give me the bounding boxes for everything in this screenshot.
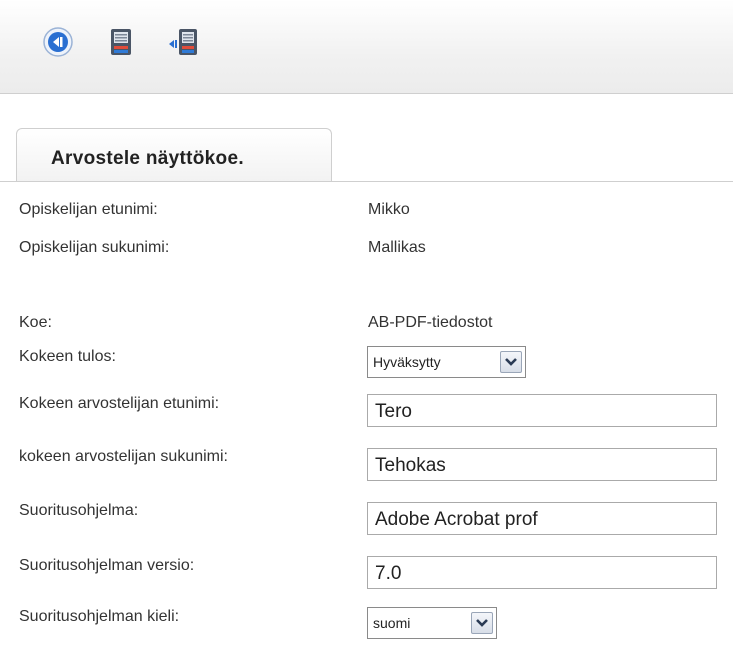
program-language-label: Suoritusohjelman kieli: [19, 608, 180, 625]
grader-last-name-field[interactable] [367, 448, 717, 481]
back-button[interactable] [41, 25, 75, 59]
tab-grade-exam[interactable]: Arvostele näyttökoe. [16, 128, 332, 182]
result-select-value: Hyväksytty [373, 354, 441, 370]
program-version-label: Suoritusohjelman versio: [19, 557, 195, 574]
grader-last-name-label: kokeen arvostelijan sukunimi: [19, 448, 228, 465]
back-save-button[interactable] [166, 25, 200, 59]
result-select[interactable]: Hyväksytty [367, 346, 526, 378]
chevron-down-icon[interactable] [471, 612, 493, 634]
chevron-down-icon[interactable] [500, 351, 522, 373]
exam-value: AB-PDF-tiedostot [368, 314, 493, 331]
save-document-icon [111, 29, 131, 55]
tab-label: Arvostele näyttökoe. [51, 148, 244, 169]
back-arrow-icon [43, 27, 73, 57]
program-version-field[interactable] [367, 556, 717, 589]
grader-last-name-input[interactable] [368, 449, 716, 480]
result-label: Kokeen tulos: [19, 348, 116, 365]
grader-first-name-label: Kokeen arvostelijan etunimi: [19, 395, 220, 412]
first-name-value: Mikko [368, 201, 410, 218]
save-button[interactable] [104, 25, 138, 59]
tab-divider [0, 181, 733, 182]
toolbar [0, 0, 733, 94]
grader-first-name-input[interactable] [368, 395, 716, 426]
program-language-select-value: suomi [373, 615, 411, 631]
exam-label: Koe: [19, 314, 52, 331]
last-name-label: Opiskelijan sukunimi: [19, 239, 170, 256]
back-save-document-icon [169, 29, 197, 55]
program-field[interactable] [367, 502, 717, 535]
program-label: Suoritusohjelma: [19, 502, 139, 519]
program-version-input[interactable] [368, 557, 716, 588]
program-input[interactable] [368, 503, 716, 534]
program-language-select[interactable]: suomi [367, 607, 497, 639]
first-name-label: Opiskelijan etunimi: [19, 201, 158, 218]
last-name-value: Mallikas [368, 239, 426, 256]
grader-first-name-field[interactable] [367, 394, 717, 427]
